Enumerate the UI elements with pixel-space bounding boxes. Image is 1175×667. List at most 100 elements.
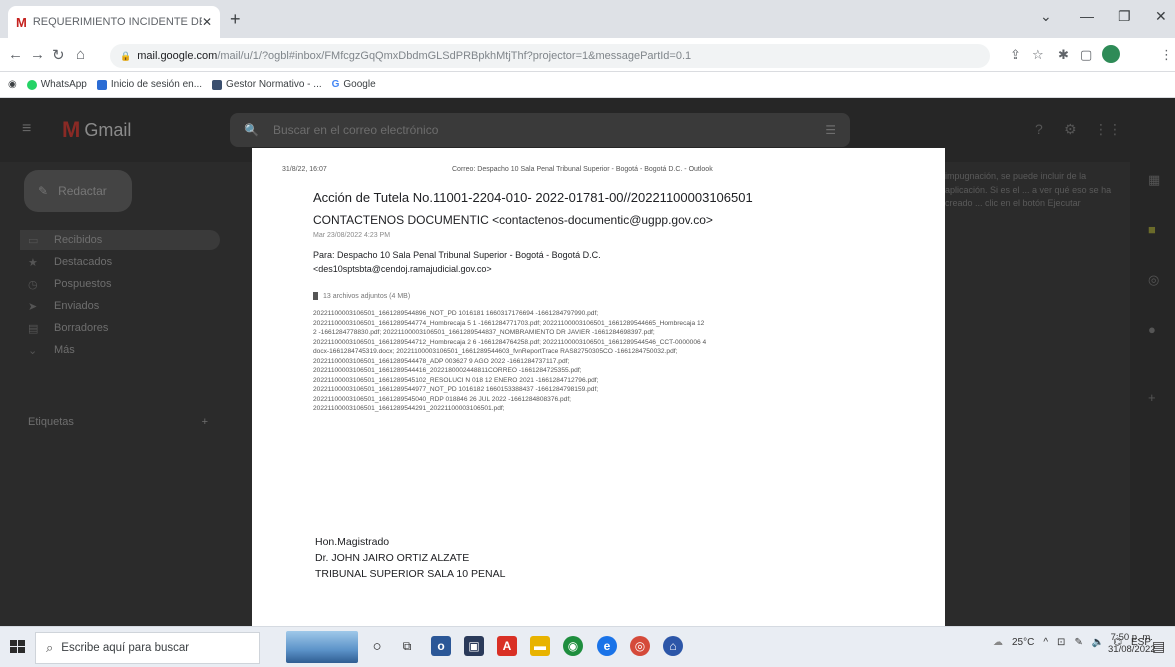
nav-item-sent[interactable]: ➤ Enviados bbox=[28, 297, 99, 315]
tab-search-icon[interactable]: ⌄ bbox=[1040, 8, 1052, 25]
nav-item-starred[interactable]: ★ Destacados bbox=[28, 253, 112, 271]
apps-icon[interactable]: ◉ bbox=[8, 79, 17, 90]
bookmark-star-icon[interactable]: ☆ bbox=[1032, 47, 1044, 63]
nav-item-snoozed[interactable]: ◷ Pospuestos bbox=[28, 275, 111, 293]
attachment-line: 20221100003106501_1661289544712_Hombreca… bbox=[313, 338, 707, 346]
add-addon-icon[interactable]: + bbox=[1148, 390, 1156, 405]
tasks-icon[interactable]: ◎ bbox=[1148, 272, 1159, 288]
attachment-line: 20221100003106501_1661289544478_ADP 0036… bbox=[313, 357, 570, 365]
contacts-icon[interactable]: ● bbox=[1148, 322, 1156, 337]
chrome-icon[interactable]: ◉ bbox=[563, 636, 583, 656]
extensions-icon[interactable]: ✱ bbox=[1058, 47, 1069, 63]
cloud-icon: ☁ bbox=[993, 637, 1003, 648]
email-from: CONTACTENOS DOCUMENTIC <contactenos-docu… bbox=[313, 213, 713, 227]
edge-icon[interactable]: e bbox=[597, 636, 617, 656]
weather-widget-image[interactable] bbox=[286, 631, 358, 663]
bookmarks-bar: ◉ WhatsApp Inicio de sesión en... Gestor… bbox=[0, 72, 1175, 98]
email-signature: Hon.Magistrado Dr. JOHN JAIRO ORTIZ ALZA… bbox=[315, 535, 505, 582]
close-tab-icon[interactable]: ✕ bbox=[202, 15, 212, 29]
menu-icon[interactable]: ⋮ bbox=[1160, 47, 1173, 63]
draft-icon: ▤ bbox=[28, 322, 39, 335]
labels-heading: Etiquetas bbox=[28, 416, 74, 428]
print-header: 31/8/22, 16:07 Correo: Despacho 10 Sala … bbox=[282, 166, 922, 173]
bookmark-label: Gestor Normativo - ... bbox=[226, 79, 322, 90]
chevron-up-icon[interactable]: ^ bbox=[1043, 637, 1048, 648]
sidepanel-icon[interactable]: ▢ bbox=[1080, 47, 1092, 63]
gmail-m-icon: M bbox=[62, 117, 81, 142]
bookmark-login[interactable]: Inicio de sesión en... bbox=[96, 79, 202, 90]
bookmark-whatsapp[interactable]: WhatsApp bbox=[26, 79, 87, 90]
nav-item-more[interactable]: ⌄ Más bbox=[28, 341, 75, 359]
attachment-line: docx-1661284745319.docx; 202211000031065… bbox=[313, 348, 678, 356]
cortana-icon[interactable]: ○ bbox=[367, 636, 387, 656]
vpn-icon[interactable]: ⌂ bbox=[663, 636, 683, 656]
send-icon: ➤ bbox=[28, 300, 38, 313]
whatsapp-icon bbox=[26, 79, 37, 90]
outlook-icon[interactable]: o bbox=[431, 636, 451, 656]
file-explorer-icon[interactable]: ▬ bbox=[530, 636, 550, 656]
restore-button[interactable]: ❐ bbox=[1118, 8, 1131, 25]
gmail-search-input[interactable]: 🔍 Buscar en el correo electrónico ☰ bbox=[230, 113, 850, 147]
windows-start-icon[interactable] bbox=[10, 640, 26, 654]
attachments-count: 13 archivos adjuntos (4 MB) bbox=[323, 292, 411, 300]
home-icon[interactable]: ⌂ bbox=[76, 46, 85, 63]
nav-item-drafts[interactable]: ▤ Borradores bbox=[28, 319, 108, 337]
notifications-icon[interactable]: ▤ bbox=[1152, 638, 1165, 655]
google-apps-icon[interactable]: ⋮⋮ bbox=[1094, 121, 1122, 138]
profile-avatar[interactable] bbox=[1102, 45, 1120, 63]
nav-label: Enviados bbox=[54, 300, 100, 312]
close-window-button[interactable]: ✕ bbox=[1155, 8, 1167, 25]
minimize-button[interactable]: — bbox=[1080, 8, 1094, 24]
url-path: /mail/u/1/?ogbl#inbox/FMfcgzGqQmxDbdmGLS… bbox=[217, 50, 692, 62]
nav-label: Borradores bbox=[54, 322, 109, 334]
volume-icon[interactable]: 🔈 bbox=[1092, 637, 1104, 648]
network-icon[interactable]: ⊡ bbox=[1057, 637, 1065, 648]
back-icon[interactable]: ← bbox=[8, 46, 23, 63]
acrobat-icon[interactable]: A bbox=[497, 636, 517, 656]
gmail-favicon-icon: M bbox=[16, 14, 27, 30]
office-icon[interactable]: ▣ bbox=[464, 636, 484, 656]
attachment-line: 20221100003106501_1661289545102_RESOLUCI… bbox=[313, 376, 599, 384]
address-bar[interactable]: 🔒 mail.google.com/mail/u/1/?ogbl#inbox/F… bbox=[110, 44, 990, 68]
attachment-line: 20221100003106501_1661289544896_NOT_PD 1… bbox=[313, 310, 599, 317]
attachment-line: 20221100003106501_1661289544416_20221800… bbox=[313, 367, 582, 375]
calendar-icon[interactable]: ▦ bbox=[1148, 172, 1160, 188]
pen-icon[interactable]: ✎ bbox=[1074, 637, 1082, 648]
signature-line: Dr. JOHN JAIRO ORTIZ ALZATE bbox=[315, 551, 470, 564]
help-icon[interactable]: ? bbox=[1035, 121, 1043, 137]
task-view-icon[interactable]: ⧉ bbox=[397, 636, 417, 656]
settings-gear-icon[interactable]: ⚙ bbox=[1064, 121, 1077, 138]
lock-icon: 🔒 bbox=[120, 50, 132, 61]
bookmark-google[interactable]: G Google bbox=[332, 79, 376, 90]
nav-label: Recibidos bbox=[54, 234, 103, 246]
reload-icon[interactable]: ↻ bbox=[52, 46, 65, 64]
gmail-logo[interactable]: M Gmail bbox=[62, 117, 131, 143]
attachment-line: 20221100003106501_1661289545040_RDP 0188… bbox=[313, 395, 572, 403]
taskbar-clock[interactable]: 7:50 p. m. 31/08/2022 bbox=[1108, 632, 1156, 656]
compose-label: Redactar bbox=[58, 184, 107, 198]
bookmark-label: WhatsApp bbox=[40, 79, 87, 90]
paperclip-icon bbox=[313, 292, 318, 300]
app-icon[interactable]: ◎ bbox=[630, 636, 650, 656]
share-icon[interactable]: ⇪ bbox=[1010, 47, 1021, 63]
search-filter-icon[interactable]: ☰ bbox=[825, 123, 836, 137]
browser-tab[interactable]: M REQUERIMIENTO INCIDENTE DE ✕ bbox=[8, 6, 220, 38]
bookmark-gestor[interactable]: Gestor Normativo - ... bbox=[212, 79, 322, 90]
nav-label: Destacados bbox=[54, 256, 113, 268]
temperature: 25°C bbox=[1012, 637, 1035, 648]
keep-icon[interactable]: ■ bbox=[1148, 222, 1156, 237]
nav-item-inbox[interactable]: ▭ Recibidos bbox=[28, 231, 102, 249]
compose-button[interactable]: ✎ Redactar bbox=[24, 170, 132, 212]
google-icon: G bbox=[331, 79, 340, 90]
new-tab-button[interactable]: + bbox=[230, 9, 241, 30]
add-label-button[interactable]: + bbox=[202, 416, 208, 428]
forward-icon[interactable]: → bbox=[30, 46, 45, 63]
labels-section: Etiquetas + bbox=[28, 416, 208, 428]
hamburger-menu-icon[interactable]: ≡ bbox=[22, 120, 31, 138]
attachment-line: 20221100003106501_1661289544774_Hombreca… bbox=[313, 319, 705, 327]
attachments-list: 20221100003106501_1661289544896_NOT_PD 1… bbox=[313, 309, 893, 414]
taskbar-search-input[interactable]: ⌕ Escribe aquí para buscar bbox=[35, 632, 260, 664]
signature-line: TRIBUNAL SUPERIOR SALA 10 PENAL bbox=[315, 567, 506, 580]
signature-line: Hon.Magistrado bbox=[315, 536, 390, 548]
microsoft-icon bbox=[96, 79, 107, 90]
